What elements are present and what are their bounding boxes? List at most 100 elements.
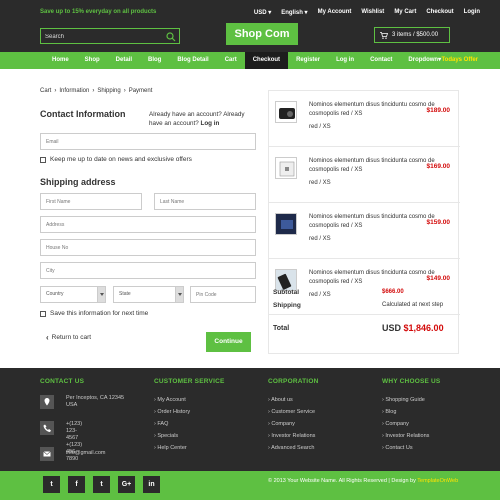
my-cart-link[interactable]: My Cart xyxy=(394,9,416,16)
product-image[interactable] xyxy=(275,101,297,123)
city-field xyxy=(40,262,256,279)
account-note: Already have an account? Already have an… xyxy=(149,110,259,128)
twitter-icon[interactable]: t xyxy=(43,476,60,493)
designer-link[interactable]: TemplateOnWeb xyxy=(417,478,458,484)
search-icon[interactable] xyxy=(166,32,176,42)
corporation-links: About us Customer Service Company Invest… xyxy=(268,394,318,454)
save-info-checkbox-row[interactable]: Save this information for next time xyxy=(40,310,148,317)
nav-register[interactable]: Register xyxy=(288,52,328,69)
footer-link[interactable]: Investor Relations xyxy=(382,430,440,442)
footer-corporation: CORPORATION About us Customer Service Co… xyxy=(268,378,318,454)
address-field xyxy=(40,216,256,233)
total-currency: USD xyxy=(382,323,402,333)
currency-select[interactable]: USD ▾ xyxy=(254,9,271,16)
product-name[interactable]: Nominos elementum disus tincidunta cosmo… xyxy=(309,213,439,231)
house-no-field xyxy=(40,239,256,256)
product-price: $189.00 xyxy=(426,107,451,114)
house-no-input[interactable] xyxy=(41,240,255,255)
twitter-icon[interactable]: t xyxy=(93,476,110,493)
footer-link[interactable]: FAQ xyxy=(154,418,225,430)
product-name[interactable]: Nominos elementum disus tinciduntu cosmo… xyxy=(309,101,439,119)
footer-link[interactable]: Customer Service xyxy=(268,406,318,418)
nav-cart[interactable]: Cart xyxy=(217,52,245,69)
my-account-link[interactable]: My Account xyxy=(318,9,352,16)
login-link-inline[interactable]: Log in xyxy=(200,120,219,127)
chevron-right-icon: › xyxy=(92,88,95,94)
todays-offer-link[interactable]: Todays Offer xyxy=(441,52,478,69)
city-input[interactable] xyxy=(41,263,255,278)
return-to-cart-link[interactable]: ‹ Return to cart xyxy=(46,333,91,342)
cart-item: Nominos elementum disus tincidunta cosmo… xyxy=(269,147,460,203)
header: Shop Com 3 items / $500.00 xyxy=(0,23,500,54)
product-name[interactable]: Nominos elementum disus tincidunta cosmo… xyxy=(309,269,439,287)
footer-link[interactable]: Contact Us xyxy=(382,442,440,454)
social-links: t f t G+ in xyxy=(43,476,160,493)
product-image[interactable] xyxy=(275,157,297,179)
footer-contact: CONTACT US Per Inceptos, CA 12345 USA +(… xyxy=(40,378,124,462)
footer-link[interactable]: Company xyxy=(268,418,318,430)
site-logo[interactable]: Shop Com xyxy=(226,23,298,45)
google-plus-icon[interactable]: G+ xyxy=(118,476,135,493)
continue-button[interactable]: Continue xyxy=(206,332,251,352)
state-select-label: State xyxy=(119,291,131,297)
footer-link[interactable]: Advanced Search xyxy=(268,442,318,454)
footer-link[interactable]: Blog xyxy=(382,406,440,418)
product-image[interactable] xyxy=(275,269,297,291)
nav-detail[interactable]: Detail xyxy=(108,52,140,69)
chevron-right-icon: › xyxy=(123,88,126,94)
subtotal-value: $666.00 xyxy=(382,289,404,295)
nav-home[interactable]: Home xyxy=(44,52,77,69)
breadcrumb-information[interactable]: Information xyxy=(59,88,89,94)
newsletter-checkbox[interactable] xyxy=(40,156,46,163)
nav-blog-detail[interactable]: Blog Detail xyxy=(169,52,216,69)
breadcrumb-payment[interactable]: Payment xyxy=(129,88,153,94)
subtotal-label: Subtotal xyxy=(273,289,299,296)
footer-link[interactable]: Company xyxy=(382,418,440,430)
checkout-link[interactable]: Checkout xyxy=(426,9,453,16)
wishlist-link[interactable]: Wishlist xyxy=(361,9,384,16)
chevron-right-icon: › xyxy=(54,88,57,94)
footer-link[interactable]: Help Center xyxy=(154,442,225,454)
footer-email[interactable]: info@gmail.com xyxy=(66,447,106,457)
save-info-checkbox[interactable] xyxy=(40,310,46,317)
footer-link[interactable]: Order History xyxy=(154,406,225,418)
first-name-input[interactable] xyxy=(41,194,141,209)
nav-checkout[interactable]: Checkout xyxy=(244,52,289,69)
search-input[interactable] xyxy=(45,31,157,42)
breadcrumb-shipping[interactable]: Shipping xyxy=(97,88,120,94)
pin-code-field xyxy=(190,286,256,303)
footer-link[interactable]: Specials xyxy=(154,430,225,442)
newsletter-checkbox-row[interactable]: Keep me up to date on news and exclusive… xyxy=(40,156,192,163)
newsletter-label: Keep me up to date on news and exclusive… xyxy=(50,156,192,163)
email-input[interactable] xyxy=(41,134,255,149)
state-select[interactable]: State xyxy=(113,286,184,303)
promo-text: Save up to 15% everyday on all products xyxy=(40,9,157,15)
breadcrumb-cart[interactable]: Cart xyxy=(40,88,51,94)
footer-contact-heading: CONTACT US xyxy=(40,378,85,385)
nav-login[interactable]: Log in xyxy=(328,52,362,69)
cart-icon xyxy=(380,31,388,39)
product-name[interactable]: Nominos elementum disus tincidunta cosmo… xyxy=(309,157,439,175)
country-select[interactable]: Country xyxy=(40,286,106,303)
footer-link[interactable]: Investor Relations xyxy=(268,430,318,442)
cart-item: Nominos elementum disus tincidunta cosmo… xyxy=(269,203,460,259)
pin-code-input[interactable] xyxy=(191,287,255,302)
footer-link[interactable]: Shopping Guide xyxy=(382,394,440,406)
product-image[interactable] xyxy=(275,213,297,235)
nav-blog[interactable]: Blog xyxy=(140,52,169,69)
last-name-input[interactable] xyxy=(155,194,255,209)
language-label: English xyxy=(281,10,303,16)
product-variant: red / XS xyxy=(309,292,331,298)
total-label: Total xyxy=(273,325,290,332)
footer-link[interactable]: About us xyxy=(268,394,318,406)
language-select[interactable]: English ▾ xyxy=(281,9,307,16)
facebook-icon[interactable]: f xyxy=(68,476,85,493)
footer-link[interactable]: My Account xyxy=(154,394,225,406)
address-input[interactable] xyxy=(41,217,255,232)
linkedin-icon[interactable]: in xyxy=(143,476,160,493)
login-link[interactable]: Login xyxy=(464,9,480,16)
nav-contact[interactable]: Contact xyxy=(362,52,400,69)
product-price: $169.00 xyxy=(426,163,451,170)
nav-shop[interactable]: Shop xyxy=(77,52,108,69)
header-cart-button[interactable]: 3 items / $500.00 xyxy=(374,27,450,43)
